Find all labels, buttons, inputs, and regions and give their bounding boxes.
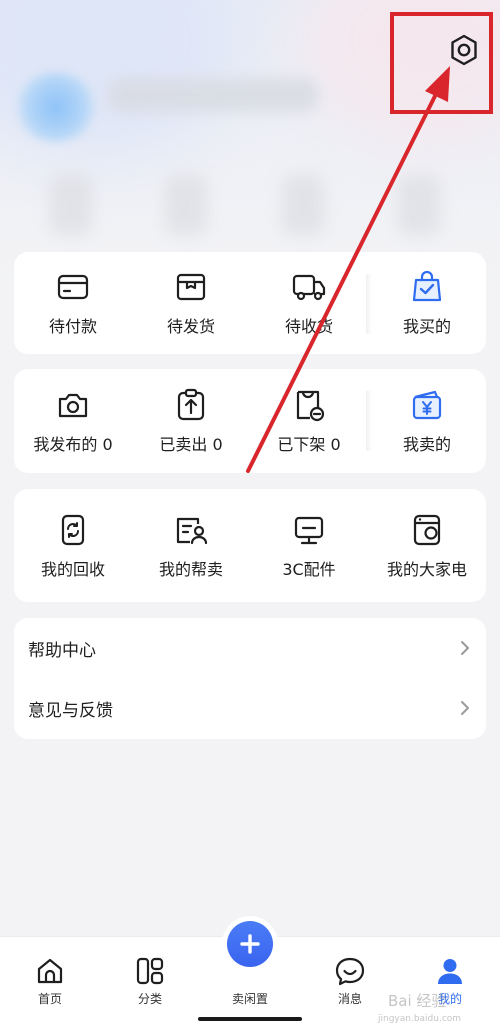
sell-item-my-sales[interactable]: 我卖的 [366, 369, 486, 473]
sell-item-label: 已卖出 0 [159, 435, 223, 454]
shopping-bag-check-icon [412, 270, 442, 302]
watermark-url: jingyan.baidu.com [378, 1014, 462, 1024]
menu-item-help-center[interactable]: 帮助中心 [14, 618, 486, 678]
profile-header [0, 0, 500, 290]
chevron-right-icon [461, 641, 469, 655]
menu-item-label: 意见与反馈 [28, 700, 113, 721]
recycle-phone-icon [61, 514, 85, 545]
home-indicator [198, 1017, 302, 1021]
washing-machine-icon [413, 514, 441, 545]
user-profile-icon [438, 959, 462, 984]
order-item-pending-payment[interactable]: 待付款 [14, 252, 132, 354]
service-item-label: 我的大家电 [386, 559, 467, 579]
avatar[interactable] [14, 72, 98, 142]
sell-item-delisted[interactable]: 已下架 0 [250, 369, 368, 473]
order-item-pending-shipment[interactable]: 待发货 [132, 252, 250, 354]
monitor-icon [294, 516, 324, 544]
plus-icon [240, 934, 260, 954]
tab-label: 消息 [337, 992, 362, 1006]
service-item-3c-accessories[interactable]: 3C配件 [250, 489, 368, 602]
services-card: 我的回收 我的帮卖 3C配件 我的大家电 [14, 489, 486, 602]
home-icon [37, 958, 63, 984]
orders-card: 待付款 待发货 待收货 我买的 [14, 252, 486, 354]
chat-bubble-icon [335, 957, 365, 986]
selling-card: 我发布的 0 已卖出 0 已下架 0 我卖的 [14, 369, 486, 473]
delivery-truck-icon [292, 274, 326, 301]
order-item-label: 待收货 [284, 317, 333, 336]
sell-item-label: 已下架 0 [277, 435, 341, 454]
wallet-card-icon [57, 274, 89, 300]
order-item-label: 待发货 [166, 317, 215, 336]
tab-label: 首页 [37, 992, 62, 1006]
order-item-label: 我买的 [402, 317, 451, 336]
order-item-label: 待付款 [48, 317, 97, 336]
order-item-my-purchases[interactable]: 我买的 [366, 252, 486, 354]
stat-item-blurred[interactable] [282, 175, 324, 235]
category-grid-icon [136, 957, 164, 985]
sell-item-label: 我卖的 [402, 435, 451, 454]
service-item-recycle[interactable]: 我的回收 [14, 489, 132, 602]
package-box-icon [176, 273, 206, 301]
service-item-label: 3C配件 [282, 559, 336, 579]
tab-home[interactable]: 首页 [0, 937, 100, 1007]
divider-shadow [366, 274, 372, 334]
menu-item-feedback[interactable]: 意见与反馈 [14, 678, 486, 738]
service-item-help-sell[interactable]: 我的帮卖 [132, 489, 250, 602]
publish-button[interactable] [227, 921, 273, 967]
tab-label: 分类 [137, 992, 162, 1006]
chevron-right-icon [461, 701, 469, 715]
seller-card-icon [176, 517, 208, 544]
clipboard-upload-icon [177, 388, 205, 421]
settings-button[interactable] [446, 32, 482, 68]
sell-item-published[interactable]: 我发布的 0 [14, 369, 132, 473]
service-item-label: 我的帮卖 [158, 559, 223, 579]
watermark: Bai 经验 [388, 992, 447, 1010]
tab-category[interactable]: 分类 [100, 937, 200, 1007]
order-item-pending-receipt[interactable]: 待收货 [250, 252, 368, 354]
camera-icon [58, 393, 88, 418]
sell-item-label: 我发布的 0 [33, 435, 113, 454]
stat-item-blurred[interactable] [165, 175, 207, 235]
tab-label: 卖闲置 [231, 992, 268, 1006]
stat-item-blurred[interactable] [50, 175, 92, 235]
stat-item-blurred[interactable] [398, 175, 440, 235]
divider-shadow [366, 391, 372, 451]
yen-wallet-icon [412, 390, 442, 420]
sell-item-sold[interactable]: 已卖出 0 [132, 369, 250, 473]
gear-icon [451, 34, 477, 66]
service-item-appliances[interactable]: 我的大家电 [368, 489, 486, 602]
shirt-tag-minus-icon [296, 390, 325, 422]
tab-messages[interactable]: 消息 [300, 937, 400, 1007]
service-item-label: 我的回收 [40, 559, 105, 579]
username-blurred[interactable] [108, 78, 318, 112]
menu-item-label: 帮助中心 [28, 640, 96, 661]
settings-menu-card: 帮助中心 意见与反馈 [14, 618, 486, 739]
header-glow [300, 0, 500, 140]
